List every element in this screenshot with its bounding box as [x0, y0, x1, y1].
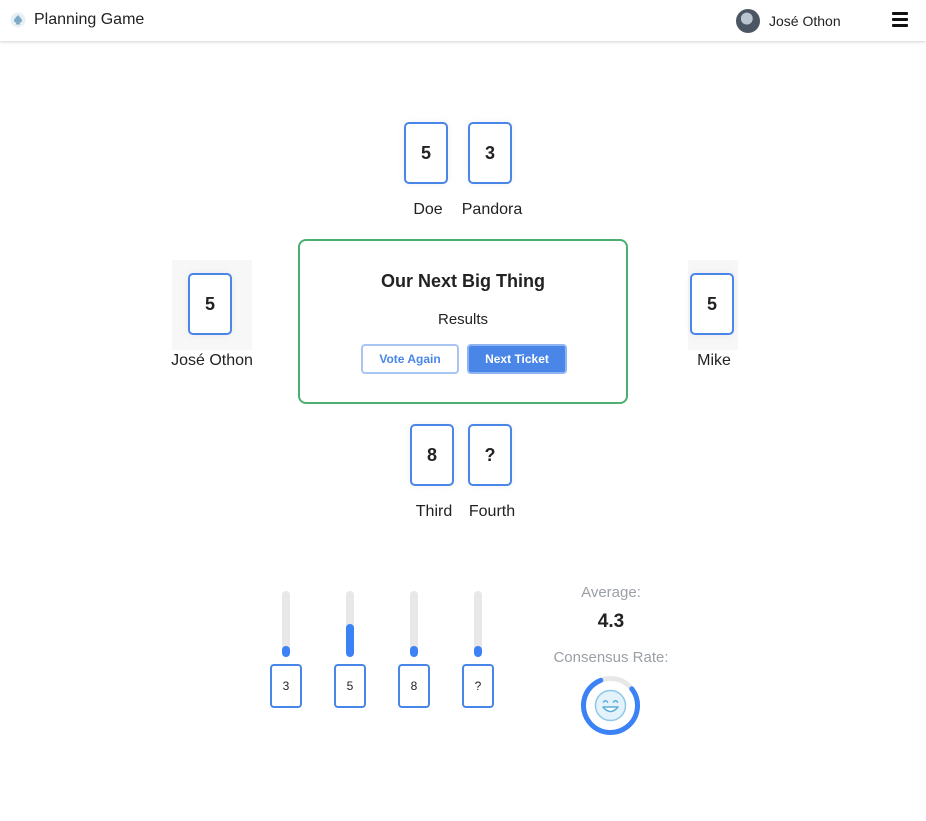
vote-bar-track	[346, 591, 354, 657]
vote-again-button[interactable]: Vote Again	[361, 344, 459, 374]
player-card-fourth: ?	[468, 424, 512, 486]
hamburger-menu-icon[interactable]	[890, 10, 910, 30]
player-card-jose-othon: 5	[188, 273, 232, 335]
average-label: Average:	[581, 584, 641, 601]
smiling-face-icon	[594, 689, 627, 722]
vote-bar-track	[282, 591, 290, 657]
app-title: Planning Game	[34, 11, 145, 28]
player-card-mike: 5	[690, 273, 734, 335]
consensus-label: Consensus Rate:	[553, 649, 669, 666]
player-card-pandora: 3	[468, 122, 512, 184]
average-value: 4.3	[597, 611, 625, 632]
avatar[interactable]	[736, 9, 760, 33]
player-name-pandora: Pandora	[461, 201, 523, 218]
game-table: Our Next Big Thing Results Vote Again Ne…	[298, 239, 628, 404]
vote-bar-fill	[282, 646, 290, 657]
vote-bar-fill	[346, 624, 354, 657]
ticket-title: Our Next Big Thing	[381, 271, 545, 291]
vote-bar-track	[474, 591, 482, 657]
vote-card-label: 3	[270, 664, 302, 708]
vote-card-label: ?	[462, 664, 494, 708]
round-status: Results	[437, 311, 489, 328]
vote-card-label: 5	[334, 664, 366, 708]
top-bar: Planning Game José Othon	[0, 0, 926, 41]
next-ticket-button[interactable]: Next Ticket	[467, 344, 567, 374]
player-name-mike: Mike	[697, 352, 731, 369]
player-card-third: 8	[410, 424, 454, 486]
consensus-rate-ring	[581, 676, 640, 735]
vote-bar-fill	[474, 646, 482, 657]
spade-logo-icon	[10, 12, 26, 28]
vote-bar-track	[410, 591, 418, 657]
player-name-fourth: Fourth	[468, 503, 516, 520]
vote-card-label: 8	[398, 664, 430, 708]
vote-bar-fill	[410, 646, 418, 657]
user-name[interactable]: José Othon	[769, 13, 841, 29]
player-name-jose-othon: José Othon	[171, 352, 253, 369]
player-card-doe: 5	[404, 122, 448, 184]
